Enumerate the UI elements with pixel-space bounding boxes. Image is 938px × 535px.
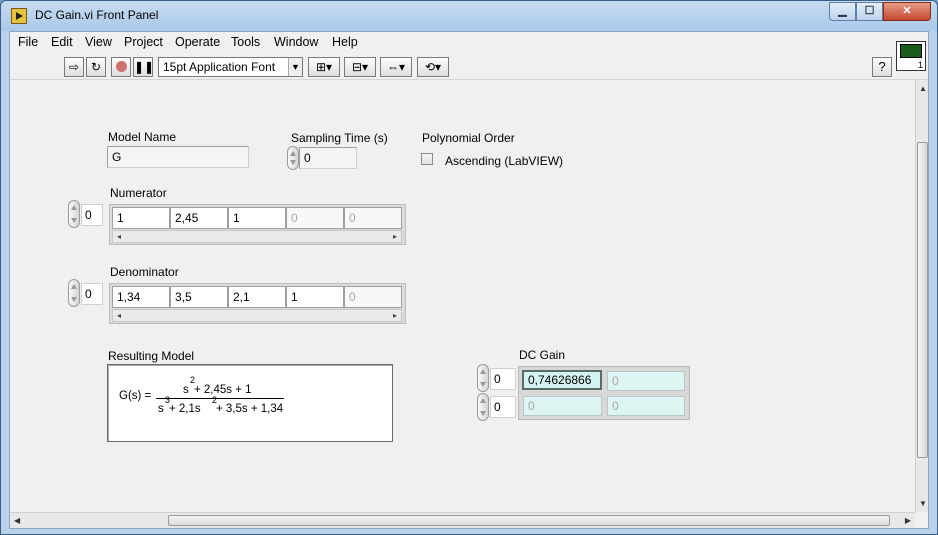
scroll-right-icon: ▸	[392, 232, 397, 241]
menu-help[interactable]: Help	[332, 35, 358, 49]
window-content: File Edit View Project Operate Tools Win…	[9, 31, 929, 529]
menu-file[interactable]: File	[18, 35, 38, 49]
vi-connector-icon[interactable]: 1	[896, 41, 926, 71]
numerator-rest: + 2,45s + 1	[194, 384, 252, 396]
dc-gain-label: DC Gain	[519, 348, 566, 362]
denominator-element[interactable]: 3,5	[170, 286, 228, 308]
numerator-element[interactable]: 0	[286, 207, 344, 229]
denominator-element[interactable]: 1	[286, 286, 344, 308]
labview-window: DC Gain.vi Front Panel ▁ ☐ ✕ File Edit V…	[0, 0, 938, 535]
reorder-icon[interactable]: ⟲▾	[417, 57, 449, 77]
vertical-scroll-thumb[interactable]	[917, 142, 928, 458]
denominator-scrollbar[interactable]: ◂ ▸	[112, 309, 402, 322]
title-bar[interactable]: DC Gain.vi Front Panel ▁ ☐ ✕	[1, 1, 937, 31]
dc-gain-col-stepper[interactable]	[477, 393, 489, 421]
model-name-field[interactable]: G	[107, 146, 249, 168]
run-continuously-icon[interactable]: ↻	[86, 57, 106, 77]
scroll-right-icon[interactable]: ▶	[905, 516, 911, 525]
numerator-label: Numerator	[110, 186, 167, 200]
numerator-array: 1 2,45 1 0 0 ◂ ▸	[109, 204, 406, 245]
ascending-checkbox-label: Ascending (LabVIEW)	[445, 154, 564, 168]
numerator-element[interactable]: 1	[228, 207, 286, 229]
scroll-right-icon: ▸	[392, 311, 397, 320]
scroll-left-icon: ◂	[117, 232, 122, 241]
context-help-button[interactable]: ?	[872, 57, 892, 77]
menu-bar: File Edit View Project Operate Tools Win…	[10, 32, 928, 54]
vertical-scrollbar[interactable]: ▲ ▼	[915, 80, 928, 512]
ascending-checkbox[interactable]	[421, 153, 433, 165]
vi-screen-icon	[900, 44, 922, 58]
toolbar: ⇨ ↻ ❚❚ 15pt Application Font ▼ ⊞▾ ⊟▾ ⇔▾ …	[10, 54, 928, 80]
dc-gain-cell[interactable]: 0,74626866	[522, 370, 602, 390]
maximize-button[interactable]: ☐	[856, 2, 883, 21]
dc-gain-col-index[interactable]: 0	[490, 396, 516, 418]
numerator-index[interactable]: 0	[81, 204, 103, 226]
vi-icon-number: 1	[917, 60, 923, 70]
dc-gain-cell[interactable]: 0	[523, 396, 602, 416]
distribute-objects-icon[interactable]: ⊟▾	[344, 57, 376, 77]
resulting-model-display: G(s) = s 2 + 2,45s + 1 s 3 + 2,1s 2 + 3,…	[107, 364, 393, 442]
numerator-element[interactable]: 0	[344, 207, 402, 229]
numerator-element[interactable]: 2,45	[170, 207, 228, 229]
abort-icon[interactable]	[111, 57, 131, 77]
sampling-time-stepper[interactable]	[287, 146, 299, 170]
dc-gain-array: 0,74626866 0 0 0	[518, 366, 690, 420]
close-button[interactable]: ✕	[883, 2, 931, 21]
menu-edit[interactable]: Edit	[51, 35, 73, 49]
pause-icon[interactable]: ❚❚	[133, 57, 154, 77]
resize-objects-icon[interactable]: ⇔▾	[380, 57, 412, 77]
denominator-s3: s	[158, 403, 164, 415]
font-select-value: 15pt Application Font	[163, 60, 276, 74]
run-arrow-icon[interactable]: ⇨	[64, 57, 84, 77]
model-lhs: G(s) =	[119, 390, 152, 402]
numerator-element[interactable]: 1	[112, 207, 170, 229]
horizontal-scroll-thumb[interactable]	[168, 515, 890, 526]
menu-operate[interactable]: Operate	[175, 35, 220, 49]
dc-gain-cell[interactable]: 0	[607, 371, 685, 391]
denominator-element[interactable]: 1,34	[112, 286, 170, 308]
horizontal-scrollbar[interactable]: ◀ ▶	[10, 512, 915, 528]
sampling-time-label: Sampling Time (s)	[291, 131, 388, 145]
denominator-index-stepper[interactable]	[68, 279, 80, 307]
menu-project[interactable]: Project	[124, 35, 163, 49]
denominator-element[interactable]: 0	[344, 286, 402, 308]
scroll-left-icon[interactable]: ◀	[14, 516, 20, 525]
denominator-element[interactable]: 2,1	[228, 286, 286, 308]
resulting-model-label: Resulting Model	[108, 349, 195, 363]
dc-gain-cell[interactable]: 0	[607, 396, 685, 416]
denominator-rest: + 3,5s + 1,34	[216, 403, 284, 415]
labview-vi-icon	[11, 8, 27, 24]
front-panel: Model Name G Sampling Time (s) 0 Polynom…	[10, 80, 915, 512]
sampling-time-field[interactable]: 0	[299, 147, 357, 169]
menu-window[interactable]: Window	[274, 35, 318, 49]
menu-tools[interactable]: Tools	[231, 35, 260, 49]
numerator-s: s	[183, 384, 189, 396]
denominator-array: 1,34 3,5 2,1 1 0 ◂ ▸	[109, 283, 406, 324]
minimize-button[interactable]: ▁	[829, 2, 856, 21]
dc-gain-row-index[interactable]: 0	[490, 368, 516, 390]
chevron-down-icon: ▼	[288, 58, 302, 76]
fraction-line	[156, 398, 284, 399]
scroll-left-icon: ◂	[117, 311, 122, 320]
denominator-mid: + 2,1s	[169, 403, 201, 415]
font-select[interactable]: 15pt Application Font ▼	[158, 57, 303, 77]
numerator-index-stepper[interactable]	[68, 200, 80, 228]
scroll-up-icon[interactable]: ▲	[919, 84, 927, 93]
scroll-down-icon[interactable]: ▼	[919, 499, 927, 508]
denominator-index[interactable]: 0	[81, 283, 103, 305]
model-name-label: Model Name	[108, 130, 177, 144]
menu-view[interactable]: View	[85, 35, 112, 49]
align-objects-icon[interactable]: ⊞▾	[308, 57, 340, 77]
numerator-scrollbar[interactable]: ◂ ▸	[112, 230, 402, 243]
dc-gain-row-stepper[interactable]	[477, 364, 489, 392]
window-title: DC Gain.vi Front Panel	[35, 8, 159, 22]
polynomial-order-label: Polynomial Order	[422, 131, 515, 145]
denominator-label: Denominator	[110, 265, 179, 279]
